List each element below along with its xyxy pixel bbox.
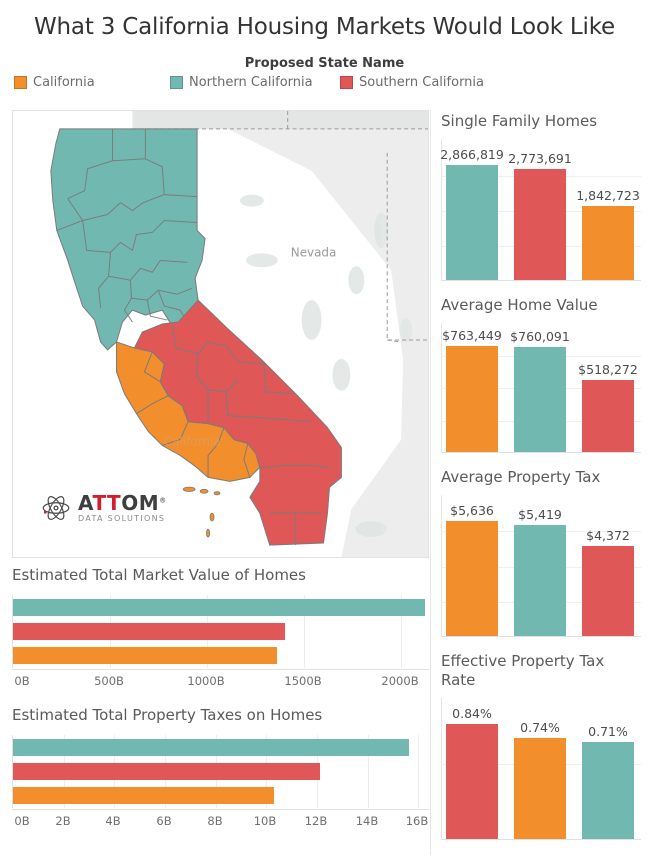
bar-group-california[interactable]: 0.74%	[514, 720, 566, 839]
bar-value-label: $5,636	[450, 502, 494, 518]
bar-southern-california[interactable]	[13, 762, 320, 780]
bar-value-label: $4,372	[586, 527, 630, 543]
bar-value-label: $5,419	[518, 506, 562, 522]
bar-california[interactable]	[582, 205, 634, 280]
bar-group-california[interactable]: 1,842,723	[576, 188, 640, 280]
axis-tick: 1000B	[187, 673, 225, 688]
bar-value-label: $518,272	[578, 361, 638, 377]
chart-average-home-value[interactable]: Average Home Value $763,449 $760,091 $51…	[441, 296, 641, 453]
bar-southern-california[interactable]	[446, 723, 498, 839]
plot-area	[12, 734, 429, 808]
bar-southern-california[interactable]	[514, 168, 566, 280]
bar-value-label: $763,449	[442, 327, 502, 343]
chart-title: Estimated Total Property Taxes on Homes	[12, 706, 323, 724]
bar-california[interactable]	[446, 520, 498, 636]
chart-title: Estimated Total Market Value of Homes	[12, 566, 306, 584]
bar-group-northern-california[interactable]: 2,866,819	[440, 147, 504, 280]
legend: Proposed State Name California Northern …	[0, 56, 649, 97]
bar-group-northern-california[interactable]: $5,419	[514, 507, 566, 636]
chart-average-property-tax[interactable]: Average Property Tax $5,636 $5,419 $4,37…	[441, 468, 641, 637]
axis-tick: 14B	[355, 813, 379, 828]
axis-tick: 0B	[14, 813, 30, 828]
chart-estimated-total-property-taxes-on-homes[interactable]: Estimated Total Property Taxes on Homes …	[12, 706, 429, 830]
axis-tick: 6B	[156, 813, 172, 828]
x-axis: 0B 500B 1000B 1500B 2000B	[12, 668, 429, 690]
bar-southern-california[interactable]	[13, 622, 285, 640]
gridline	[418, 734, 419, 808]
bar-southern-california[interactable]	[582, 545, 634, 636]
chart-title: Single Family Homes	[441, 112, 598, 130]
chart-title: Average Property Tax	[441, 468, 601, 486]
axis-tick: 12B	[304, 813, 328, 828]
legend-swatch-northern-california	[170, 76, 183, 89]
bar-value-label: 0.74%	[520, 719, 560, 735]
axis-tick: 8B	[207, 813, 223, 828]
legend-item-southern-california[interactable]: Southern California	[340, 75, 484, 90]
bar-group-southern-california[interactable]: $518,272	[578, 362, 638, 452]
bar-northern-california[interactable]	[446, 164, 498, 280]
chart-effective-property-tax-rate[interactable]: Effective Property Tax Rate 0.84% 0.74% …	[441, 652, 641, 840]
legend-label-southern-california: Southern California	[359, 75, 484, 90]
chart-estimated-total-market-value-of-homes[interactable]: Estimated Total Market Value of Homes 0B…	[12, 566, 429, 690]
plot-area	[12, 594, 429, 668]
axis-tick: 10B	[253, 813, 277, 828]
bar-group-california[interactable]: $5,636	[446, 503, 498, 636]
axis-tick: 1500B	[284, 673, 322, 688]
chart-title: Effective Property Tax Rate	[441, 652, 605, 689]
bar-group-southern-california[interactable]: 2,773,691	[508, 151, 572, 280]
bar-value-label: 2,866,819	[440, 146, 504, 162]
plot-area: 2,866,819 2,773,691 1,842,723	[440, 138, 641, 281]
legend-label-california: California	[33, 75, 95, 90]
axis-tick: 2B	[55, 813, 71, 828]
bar-california[interactable]	[514, 737, 566, 839]
bar-group-northern-california[interactable]: $760,091	[510, 329, 570, 452]
axis-tick: 4B	[105, 813, 121, 828]
legend-swatch-california	[14, 76, 27, 89]
page-title: What 3 California Housing Markets Would …	[34, 14, 615, 40]
map-label-nevada: Nevada	[291, 245, 337, 259]
plot-area: 0.84% 0.74% 0.71%	[441, 697, 641, 840]
column-divider	[430, 110, 431, 855]
bar-california[interactable]	[13, 646, 277, 664]
legend-item-california[interactable]: California	[14, 75, 95, 90]
legend-items: California Northern California Southern …	[0, 75, 649, 97]
bar-value-label: $760,091	[510, 328, 570, 344]
bar-northern-california[interactable]	[514, 346, 566, 452]
legend-item-northern-california[interactable]: Northern California	[170, 75, 313, 90]
plot-area: $763,449 $760,091 $518,272	[441, 322, 641, 453]
map-label-california: California	[164, 434, 221, 448]
legend-swatch-southern-california	[340, 76, 353, 89]
legend-title: Proposed State Name	[244, 56, 405, 71]
x-axis: 0B 2B 4B 6B 8B 10B 12B 14B 16B	[12, 808, 429, 830]
map-panel[interactable]: Nevada California ATTOM® DATA SOLUTIONS	[12, 110, 429, 558]
bar-northern-california[interactable]	[514, 524, 566, 636]
chart-title: Average Home Value	[441, 296, 598, 314]
map-graphic[interactable]: Nevada California	[13, 111, 428, 557]
bar-value-label: 2,773,691	[508, 150, 572, 166]
axis-tick: 2000B	[381, 673, 419, 688]
bar-value-label: 0.84%	[452, 705, 492, 721]
bar-group-southern-california[interactable]: 0.84%	[446, 706, 498, 839]
plot-area: $5,636 $5,419 $4,372	[441, 494, 641, 637]
bar-group-northern-california[interactable]: 0.71%	[582, 724, 634, 839]
axis-tick: 500B	[94, 673, 124, 688]
bar-group-southern-california[interactable]: $4,372	[582, 528, 634, 636]
bar-california[interactable]	[446, 345, 498, 452]
bar-northern-california[interactable]	[13, 598, 425, 616]
bar-value-label: 1,842,723	[576, 187, 640, 203]
bar-california[interactable]	[13, 786, 274, 804]
legend-label-northern-california: Northern California	[189, 75, 313, 90]
axis-tick: 0B	[14, 673, 30, 688]
axis-tick: 16B	[405, 813, 429, 828]
bar-group-california[interactable]: $763,449	[442, 328, 502, 452]
chart-single-family-homes[interactable]: Single Family Homes 2,866,819 2,773,691 …	[440, 112, 641, 281]
bar-value-label: 0.71%	[588, 723, 628, 739]
bar-northern-california[interactable]	[13, 738, 409, 756]
bar-southern-california[interactable]	[582, 379, 634, 452]
bar-northern-california[interactable]	[582, 741, 634, 839]
